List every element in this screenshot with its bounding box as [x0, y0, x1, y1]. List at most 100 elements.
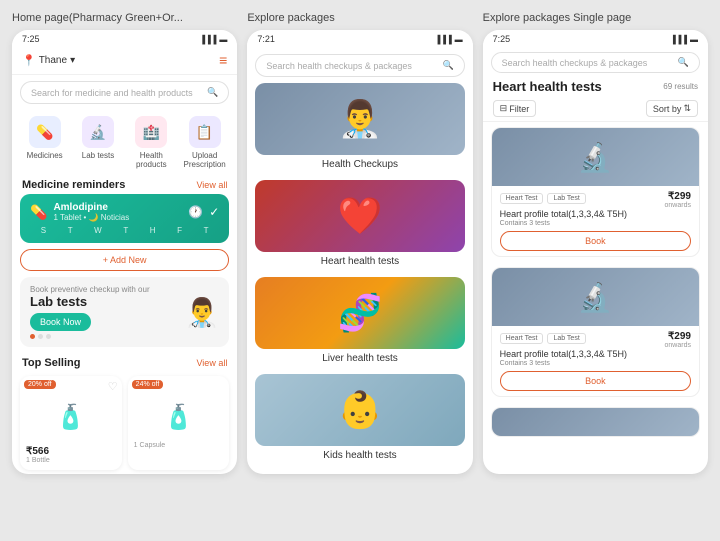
status-bar-1: 7:25 ▐▐▐ ▬: [12, 30, 237, 48]
clock-icon[interactable]: 🕐: [188, 205, 203, 219]
signal-icon-2: ▐▐▐: [435, 35, 452, 44]
search-icon-1: 🔍: [207, 87, 218, 98]
lab-small-text: Book preventive checkup with our: [30, 285, 176, 294]
med-actions: 🕐 ✓: [188, 205, 219, 219]
s1-header: 📍 Thane ▾ ≡: [12, 48, 237, 75]
location-text: Thane: [39, 55, 67, 66]
day-w: W: [94, 226, 102, 235]
category-upload[interactable]: 📋 Upload Prescription: [180, 116, 229, 169]
day-h: H: [150, 226, 156, 235]
filter-row: ⊟ Filter Sort by ⇅: [483, 98, 708, 122]
medicine-reminders-view-all[interactable]: View all: [196, 180, 227, 190]
upload-label: Upload Prescription: [180, 151, 229, 169]
battery-icon-3: ▬: [690, 35, 698, 44]
test-desc-2: Contains 3 tests: [500, 360, 691, 367]
tag-lab-2: Lab Test: [547, 333, 585, 344]
lab-tests-label: Lab tests: [82, 151, 114, 160]
book-test-button-1[interactable]: Book: [500, 231, 691, 251]
signal-icon: ▐▐▐: [199, 35, 216, 44]
package-list: 👨‍⚕️ Health Checkups ❤️ Heart health tes…: [247, 83, 472, 474]
status-icons-3: ▐▐▐ ▬: [670, 35, 698, 44]
day-s: S: [41, 226, 46, 235]
location-selector[interactable]: 📍 Thane ▾: [22, 54, 75, 67]
top-selling-title: Top Selling: [22, 357, 80, 369]
pkg-img-heart: ❤️: [255, 180, 464, 252]
health-products-label: Health products: [127, 151, 176, 169]
price-row-1: Heart Test Lab Test ₹299 onwards: [500, 191, 691, 209]
category-health-products[interactable]: 🏥 Health products: [127, 116, 176, 169]
category-lab-tests[interactable]: 🔬 Lab tests: [73, 116, 122, 169]
test-card-img-1: 🔬: [492, 128, 699, 186]
search-icon-3: 🔍: [678, 57, 689, 68]
add-new-button[interactable]: + Add New: [20, 249, 229, 271]
product-price-1: ₹566: [26, 446, 116, 457]
day-t2: T: [123, 226, 128, 235]
screen-2-wrapper: Explore packages 7:21 ▐▐▐ ▬ Search healt…: [247, 12, 472, 474]
pkg-img-health-checkups: 👨‍⚕️: [255, 83, 464, 155]
search-placeholder-3: Search health checkups & packages: [502, 58, 648, 68]
book-test-button-2[interactable]: Book: [500, 371, 691, 391]
med-name: Amlodipine: [53, 202, 129, 213]
package-health-checkups[interactable]: 👨‍⚕️ Health Checkups: [255, 83, 464, 170]
screen-3-title: Explore packages Single page: [483, 12, 708, 24]
test-name-1: Heart profile total(1,3,3,4& T5H): [500, 209, 691, 219]
medicine-card: 💊 Amlodipine 1 Tablet • 🌙 Noticias 🕐 ✓ S…: [20, 194, 229, 243]
s3-title-row: Heart health tests 69 results: [483, 77, 708, 98]
tag-row-1: Heart Test Lab Test: [500, 193, 586, 204]
tag-lab-1: Lab Test: [547, 193, 585, 204]
discount-badge-2: 24% off: [132, 380, 164, 389]
med-detail: 1 Tablet • 🌙 Noticias: [53, 213, 129, 222]
sort-label: Sort by: [653, 104, 682, 114]
test-price-sub-2: onwards: [665, 342, 691, 349]
sort-icon: ⇅: [683, 103, 691, 114]
category-medicines[interactable]: 💊 Medicines: [20, 116, 69, 169]
test-card-2: 🔬 Heart Test Lab Test ₹299 onwards Heart: [491, 267, 700, 397]
book-now-button[interactable]: Book Now: [30, 313, 91, 331]
dot-inactive-1: [38, 334, 43, 339]
test-card-body-1: Heart Test Lab Test ₹299 onwards Heart p…: [492, 186, 699, 256]
test-price-2: ₹299: [665, 331, 691, 342]
heart-icon-1[interactable]: ♡: [108, 380, 118, 393]
screen-3-phone: 7:25 ▐▐▐ ▬ Search health checkups & pack…: [483, 30, 708, 474]
search-bar-3[interactable]: Search health checkups & packages 🔍: [491, 52, 700, 73]
menu-icon[interactable]: ≡: [219, 52, 227, 68]
screen-3-wrapper: Explore packages Single page 7:25 ▐▐▐ ▬ …: [483, 12, 708, 474]
check-icon[interactable]: ✓: [209, 205, 219, 219]
medicine-reminders-header: Medicine reminders View all: [12, 175, 237, 194]
pkg-label-liver: Liver health tests: [255, 353, 464, 364]
test-card-1: 🔬 Heart Test Lab Test ₹299 onwards Heart: [491, 127, 700, 257]
search-bar-1[interactable]: Search for medicine and health products …: [20, 81, 229, 104]
kids-visual: 👶: [338, 389, 383, 431]
status-icons-2: ▐▐▐ ▬: [435, 35, 463, 44]
pkg-label-health-checkups: Health Checkups: [255, 159, 464, 170]
top-selling-view-all[interactable]: View all: [196, 358, 227, 368]
filter-button[interactable]: ⊟ Filter: [493, 100, 537, 117]
sort-button[interactable]: Sort by ⇅: [646, 100, 698, 117]
screen-2-phone: 7:21 ▐▐▐ ▬ Search health checkups & pack…: [247, 30, 472, 474]
test-name-2: Heart profile total(1,3,3,4& T5H): [500, 349, 691, 359]
pkg-img-liver: 🧬: [255, 277, 464, 349]
test-card-body-2: Heart Test Lab Test ₹299 onwards Heart p…: [492, 326, 699, 396]
package-heart[interactable]: ❤️ Heart health tests: [255, 180, 464, 267]
test-desc-1: Contains 3 tests: [500, 220, 691, 227]
chevron-icon: ▾: [70, 55, 75, 66]
pkg-label-kids: Kids health tests: [255, 450, 464, 461]
search-bar-2[interactable]: Search health checkups & packages 🔍: [255, 54, 464, 77]
status-bar-3: 7:25 ▐▐▐ ▬: [483, 30, 708, 48]
package-kids[interactable]: 👶 Kids health tests: [255, 374, 464, 461]
lab-banner: Book preventive checkup with our Lab tes…: [20, 277, 229, 347]
status-icons-1: ▐▐▐ ▬: [199, 35, 227, 44]
time-2: 7:21: [257, 34, 275, 44]
med-info-row: 💊 Amlodipine 1 Tablet • 🌙 Noticias 🕐 ✓: [30, 202, 219, 222]
screen-1-title: Home page(Pharmacy Green+Or...: [12, 12, 237, 24]
test-visual-2: 🔬: [578, 281, 613, 314]
top-selling-row: 20% off ♡ 🧴 ₹566 1 Bottle 24% off 🧴 1 Ca…: [12, 372, 237, 474]
lab-doctor-figure: 👨‍⚕️: [184, 296, 219, 329]
med-text: Amlodipine 1 Tablet • 🌙 Noticias: [53, 202, 129, 222]
discount-badge-1: 20% off: [24, 380, 56, 389]
price-row-2: Heart Test Lab Test ₹299 onwards: [500, 331, 691, 349]
location-icon: 📍: [22, 54, 36, 67]
package-liver[interactable]: 🧬 Liver health tests: [255, 277, 464, 364]
s3-main-title: Heart health tests: [493, 79, 602, 94]
product-img-2: 🧴: [134, 392, 224, 442]
